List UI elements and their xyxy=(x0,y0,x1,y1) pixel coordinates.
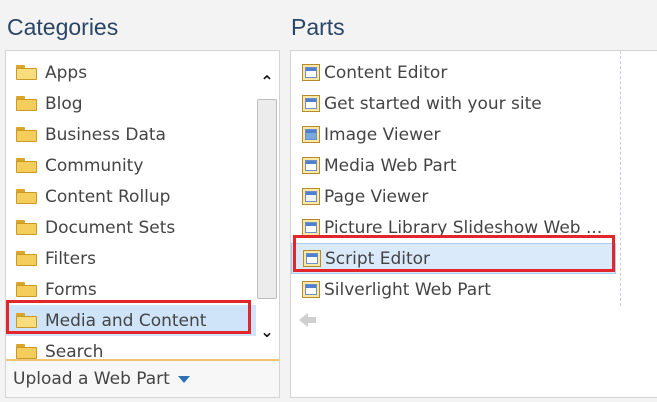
folder-icon xyxy=(16,127,37,142)
categories-list: Apps Blog Business Data Community Conten… xyxy=(6,57,256,367)
web-part-icon xyxy=(302,157,320,174)
upload-web-part-label: Upload a Web Part xyxy=(13,369,170,389)
part-item-page-viewer[interactable]: Page Viewer xyxy=(291,181,616,212)
parts-list: Content Editor Get started with your sit… xyxy=(291,57,616,305)
category-item-document-sets[interactable]: Document Sets xyxy=(6,212,256,243)
categories-heading: Categories xyxy=(7,14,119,40)
category-item-community[interactable]: Community xyxy=(6,150,256,181)
folder-icon xyxy=(16,282,37,297)
folder-icon xyxy=(16,158,37,173)
category-item-business-data[interactable]: Business Data xyxy=(6,119,256,150)
page-icon xyxy=(302,188,320,205)
dropdown-arrow-icon[interactable] xyxy=(177,375,190,383)
category-label: Document Sets xyxy=(45,217,176,238)
category-item-media-and-content[interactable]: Media and Content xyxy=(6,305,256,336)
part-label: Silverlight Web Part xyxy=(324,279,491,300)
part-label: Get started with your site xyxy=(324,93,542,114)
scroll-down-icon[interactable]: ⌄ xyxy=(258,324,276,340)
category-label: Apps xyxy=(45,62,88,83)
folder-icon xyxy=(16,344,37,359)
category-item-apps[interactable]: Apps xyxy=(6,57,256,88)
scroll-up-icon[interactable]: ⌃ xyxy=(258,74,276,90)
open-folder-icon xyxy=(16,65,37,80)
part-label: Content Editor xyxy=(324,62,448,83)
part-label: Media Web Part xyxy=(324,155,457,176)
part-item-get-started[interactable]: Get started with your site xyxy=(291,88,616,119)
column-divider xyxy=(620,51,621,306)
scroll-thumb[interactable] xyxy=(257,99,277,299)
part-item-content-editor[interactable]: Content Editor xyxy=(291,57,616,88)
part-label: Picture Library Slideshow Web ... xyxy=(324,217,603,238)
folder-icon xyxy=(16,220,37,235)
part-item-picture-library-slideshow[interactable]: Picture Library Slideshow Web ... xyxy=(291,212,616,243)
category-label: Community xyxy=(45,155,144,176)
image-icon xyxy=(302,126,320,143)
category-item-blog[interactable]: Blog xyxy=(6,88,256,119)
categories-panel: Apps Blog Business Data Community Conten… xyxy=(5,50,280,398)
category-item-content-rollup[interactable]: Content Rollup xyxy=(6,181,256,212)
part-label: Page Viewer xyxy=(324,186,429,207)
categories-scrollbar[interactable]: ⌃ ⌄ xyxy=(256,73,278,343)
category-label: Media and Content xyxy=(45,310,207,331)
folder-icon xyxy=(16,251,37,266)
back-arrow-icon[interactable] xyxy=(299,313,316,327)
part-item-silverlight[interactable]: Silverlight Web Part xyxy=(291,274,616,305)
category-label: Content Rollup xyxy=(45,186,171,207)
parts-heading: Parts xyxy=(291,14,345,40)
parts-panel: Content Editor Get started with your sit… xyxy=(290,50,657,398)
part-label: Image Viewer xyxy=(324,124,441,145)
part-label: Script Editor xyxy=(325,248,431,269)
part-item-media-web-part[interactable]: Media Web Part xyxy=(291,150,616,181)
folder-icon xyxy=(16,189,37,204)
web-part-icon xyxy=(302,281,320,298)
upload-web-part-button[interactable]: Upload a Web Part xyxy=(6,359,279,397)
category-label: Filters xyxy=(45,248,96,269)
web-part-icon xyxy=(303,250,321,267)
part-item-script-editor[interactable]: Script Editor xyxy=(291,243,616,274)
folder-icon xyxy=(16,96,37,111)
part-item-image-viewer[interactable]: Image Viewer xyxy=(291,119,616,150)
category-label: Forms xyxy=(45,279,97,300)
category-item-filters[interactable]: Filters xyxy=(6,243,256,274)
web-part-icon xyxy=(302,219,320,236)
web-part-icon xyxy=(302,95,320,112)
web-part-icon xyxy=(302,64,320,81)
category-item-forms[interactable]: Forms xyxy=(6,274,256,305)
open-folder-icon xyxy=(16,313,37,328)
category-label: Business Data xyxy=(45,124,166,145)
category-label: Blog xyxy=(45,93,83,114)
